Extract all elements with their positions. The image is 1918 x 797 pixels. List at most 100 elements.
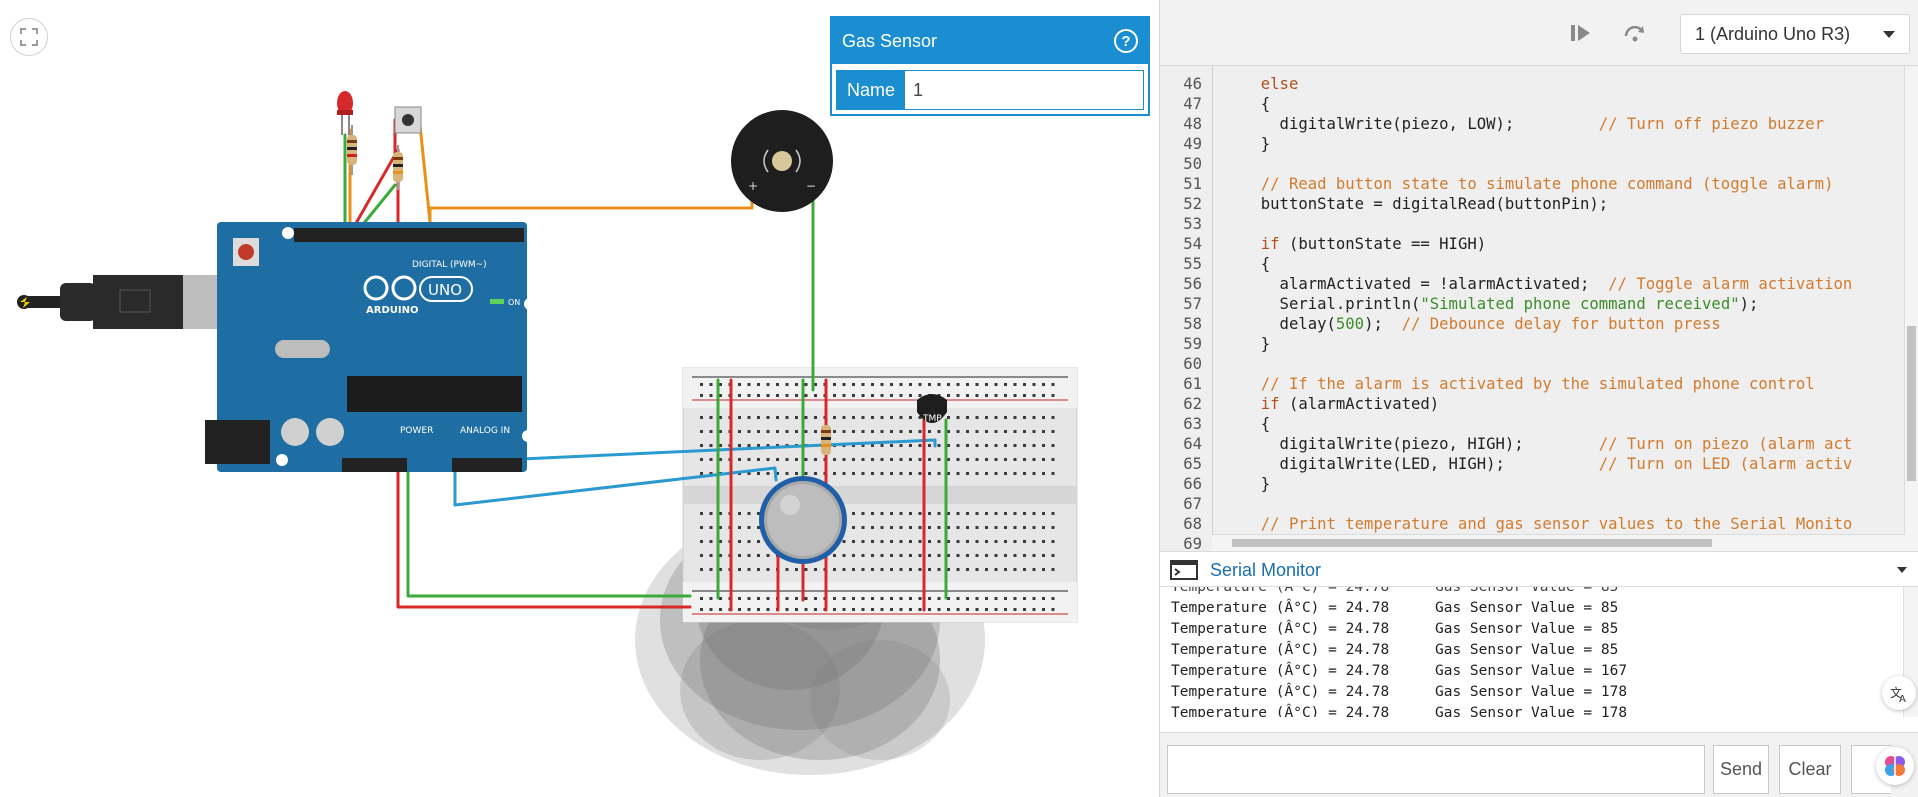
arduino-uno[interactable]: DIGITAL (PWM~) ARDUINO UNO POWER ANALOG …: [205, 222, 536, 472]
serial-monitor-title: Serial Monitor: [1210, 560, 1322, 580]
serial-gas-value: Gas Sensor Value = 178: [1435, 705, 1628, 717]
code-vertical-scrollbar[interactable]: [1904, 66, 1918, 551]
line-number: 64: [1183, 435, 1202, 453]
line-number: 57: [1183, 295, 1202, 313]
pushbutton[interactable]: [394, 106, 422, 134]
serial-gas-value: Gas Sensor Value = 178: [1435, 684, 1628, 700]
step-over-icon[interactable]: [1622, 22, 1648, 44]
line-number: 58: [1183, 315, 1202, 333]
code-text: // Read button state to simulate phone c…: [1260, 175, 1834, 193]
serial-temperature: Temperature (Â°C) = 24.78: [1171, 663, 1390, 679]
svg-text:A: A: [1899, 694, 1906, 703]
code-horizontal-scrollbar[interactable]: [1212, 534, 1905, 551]
code-text: {: [1242, 95, 1271, 113]
code-text: {: [1242, 255, 1271, 273]
chevron-down-icon: [1883, 31, 1895, 38]
prev-line-fragment: [1160, 66, 1918, 68]
code-text: {: [1242, 415, 1271, 433]
code-line: 49 }: [1160, 134, 1900, 154]
code-text: }: [1242, 475, 1271, 493]
code-line: 46 else: [1160, 74, 1900, 94]
red-led[interactable]: [337, 91, 353, 135]
code-vscroll-thumb[interactable]: [1907, 326, 1916, 481]
code-text: digitalWrite(LED, HIGH); // Turn on LED …: [1242, 455, 1853, 473]
code-line: 67: [1160, 494, 1900, 514]
code-line: 55 {: [1160, 254, 1900, 274]
serial-output: Temperature (Â°C) = 24.78 Gas Sensor Valu…: [1160, 587, 1905, 717]
serial-input[interactable]: [1167, 745, 1705, 794]
code-editor[interactable]: 46 else 47 {48 digitalWrite(piezo, LOW); …: [1160, 66, 1918, 551]
svg-text:+: +: [748, 179, 758, 193]
serial-gas-value: Gas Sensor Value = 85: [1435, 621, 1619, 637]
line-number: 68: [1183, 515, 1202, 533]
svg-text:−: −: [806, 179, 816, 193]
line-number: 48: [1183, 115, 1202, 133]
serial-temperature: Temperature (Â°C) = 24.78: [1171, 705, 1390, 717]
piezo-buzzer[interactable]: + −: [731, 110, 833, 212]
line-number: 65: [1183, 455, 1202, 473]
serial-monitor-header[interactable]: Serial Monitor: [1160, 551, 1918, 587]
line-number: 63: [1183, 415, 1202, 433]
line-number: 53: [1183, 215, 1202, 233]
code-text: // Print temperature and gas sensor valu…: [1260, 515, 1853, 533]
device-select-value: 1 (Arduino Uno R3): [1695, 23, 1851, 44]
code-line: 56 alarmActivated = !alarmActivated; // …: [1160, 274, 1900, 294]
serial-line: Temperature (Â°C) = 24.78 Gas Sensor Valu…: [1171, 703, 1627, 717]
clear-button[interactable]: Clear: [1779, 745, 1841, 794]
code-panel: 1 (Arduino Uno R3) 46 else 47 {48 digital…: [1159, 0, 1918, 797]
serial-line: Temperature (Â°C) = 24.78 Gas Sensor Valu…: [1171, 682, 1627, 702]
line-number: 46: [1183, 75, 1202, 93]
code-hscroll-thumb[interactable]: [1232, 539, 1712, 547]
help-icon[interactable]: ?: [1114, 29, 1138, 53]
code-text: alarmActivated = !alarmActivated; // Tog…: [1242, 275, 1853, 293]
code-text: else: [1260, 75, 1299, 93]
line-number: 60: [1183, 355, 1202, 373]
arduino-model-label: UNO: [428, 281, 462, 299]
device-select[interactable]: 1 (Arduino Uno R3): [1680, 14, 1910, 54]
code-text: buttonState = digitalRead(buttonPin);: [1242, 195, 1609, 213]
line-number: 56: [1183, 275, 1202, 293]
code-text: }: [1242, 335, 1271, 353]
name-label: Name: [837, 71, 906, 109]
gas-sensor[interactable]: [759, 476, 847, 564]
line-number: 67: [1183, 495, 1202, 513]
circuit-canvas[interactable]: + − TMP DIGITAL (PWM~) ARDUINO UNO POWER…: [0, 0, 1159, 797]
code-text: Serial.println("Simulated phone command …: [1242, 295, 1759, 313]
line-number: 52: [1183, 195, 1202, 213]
code-text: digitalWrite(piezo, HIGH); // Turn on pi…: [1242, 435, 1853, 453]
code-line: 65 digitalWrite(LED, HIGH); // Turn on L…: [1160, 454, 1900, 474]
code-line: 47 {: [1160, 94, 1900, 114]
line-number: 61: [1183, 375, 1202, 393]
serial-gas-value: Gas Sensor Value = 167: [1435, 663, 1628, 679]
breadboard[interactable]: [682, 367, 1078, 623]
inspector-title: Gas Sensor: [842, 30, 938, 51]
serial-temperature: Temperature (Â°C) = 24.78: [1171, 642, 1390, 658]
brain-icon[interactable]: [1876, 747, 1914, 785]
circuit-drawing: + − TMP DIGITAL (PWM~) ARDUINO UNO POWER…: [17, 91, 1078, 775]
name-field[interactable]: 1: [905, 71, 1143, 109]
serial-line: Temperature (Â°C) = 24.78 Gas Sensor Valu…: [1171, 598, 1618, 618]
name-row: Name 1: [836, 70, 1144, 110]
resistor-breadboard[interactable]: [821, 425, 831, 455]
step-icon[interactable]: [1568, 22, 1594, 44]
serial-line: Temperature (Â°C) = 24.78 Gas Sensor Valu…: [1171, 640, 1618, 660]
code-line: 68 // Print temperature and gas sensor v…: [1160, 514, 1900, 534]
code-text: if (buttonState == HIGH): [1260, 235, 1487, 253]
serial-gas-value: Gas Sensor Value = 85: [1435, 600, 1619, 616]
collapse-icon[interactable]: [1897, 567, 1907, 573]
code-text: // If the alarm is activated by the simu…: [1260, 375, 1815, 393]
line-number: 50: [1183, 155, 1202, 173]
code-text: delay(500); // Debounce delay for button…: [1242, 315, 1721, 333]
code-line: 48 digitalWrite(piezo, LOW); // Turn off…: [1160, 114, 1900, 134]
translate-icon[interactable]: 文A: [1882, 676, 1916, 710]
code-line: 63 {: [1160, 414, 1900, 434]
line-number: 69: [1183, 535, 1202, 551]
code-line: 64 digitalWrite(piezo, HIGH); // Turn on…: [1160, 434, 1900, 454]
code-line: 51 // Read button state to simulate phon…: [1160, 174, 1900, 194]
code-line: 61 // If the alarm is activated by the s…: [1160, 374, 1900, 394]
send-button[interactable]: Send: [1713, 745, 1769, 794]
code-text: }: [1242, 135, 1271, 153]
tmp-label: TMP: [922, 414, 942, 424]
serial-temperature: Temperature (Â°C) = 24.78: [1171, 621, 1390, 637]
serial-input-row: Send Clear: [1160, 732, 1918, 797]
